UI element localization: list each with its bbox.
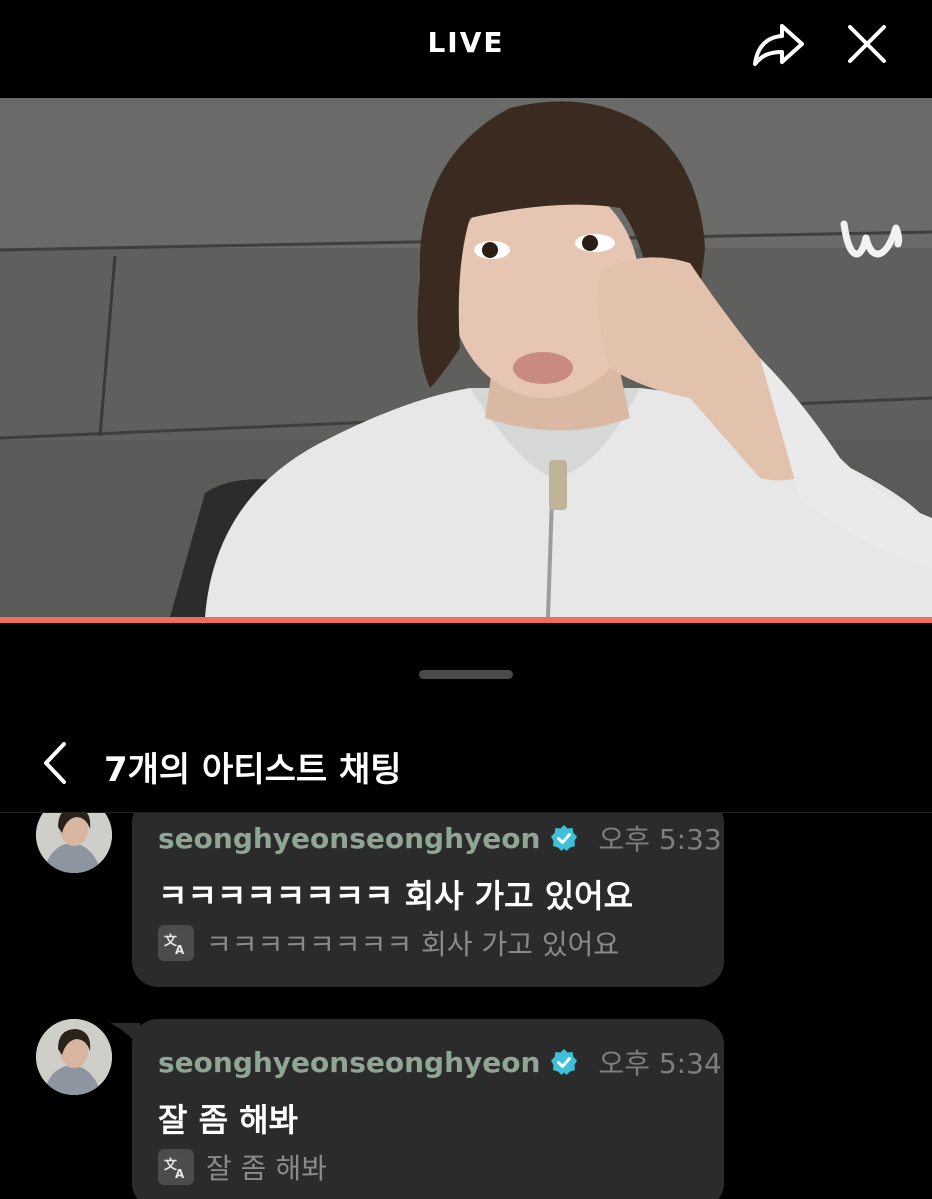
- avatar[interactable]: [36, 1019, 112, 1095]
- message-bubble[interactable]: seonghyeonseonghyeon 오후 5:33 ㅋㅋㅋㅋㅋㅋㅋㅋ 회사…: [132, 813, 724, 987]
- chat-message: seonghyeonseonghyeon 오후 5:33 ㅋㅋㅋㅋㅋㅋㅋㅋ 회사…: [0, 813, 932, 992]
- message-meta: seonghyeonseonghyeon 오후 5:33: [158, 821, 722, 857]
- video-frame: [0, 98, 932, 617]
- username[interactable]: seonghyeonseonghyeon: [158, 822, 540, 855]
- message-text: 잘 좀 해봐: [158, 1101, 299, 1139]
- chevron-left-icon: [44, 742, 66, 784]
- live-video[interactable]: [0, 98, 932, 617]
- avatar[interactable]: [36, 813, 112, 873]
- message-time: 오후 5:34: [598, 1047, 722, 1080]
- username[interactable]: seonghyeonseonghyeon: [158, 1046, 540, 1079]
- chat-header: 7개의 아티스트 채팅: [0, 720, 932, 810]
- translation-row: 文 A 잘 좀 해봐: [158, 1147, 327, 1187]
- back-button[interactable]: [36, 740, 76, 786]
- chat-title: 7개의 아티스트 채팅: [104, 750, 402, 790]
- top-bar: LIVE: [0, 0, 932, 98]
- close-icon: [848, 25, 886, 63]
- translated-text: 잘 좀 해봐: [206, 1152, 327, 1185]
- message-bubble[interactable]: seonghyeonseonghyeon 오후 5:34 잘 좀 해봐 文 A …: [132, 1019, 724, 1199]
- translated-text: ㅋㅋㅋㅋㅋㅋㅋㅋ 회사 가고 있어요: [206, 928, 620, 961]
- weverse-w-logo: [840, 220, 903, 258]
- avatar-image: [36, 813, 112, 873]
- translate-icon: 文 A: [164, 1157, 185, 1180]
- message-text: ㅋㅋㅋㅋㅋㅋㅋㅋ 회사 가고 있어요: [158, 877, 634, 915]
- chat-message-list[interactable]: seonghyeonseonghyeon 오후 5:33 ㅋㅋㅋㅋㅋㅋㅋㅋ 회사…: [0, 813, 932, 1199]
- translate-icon: 文 A: [164, 933, 185, 956]
- chat-message: seonghyeonseonghyeon 오후 5:34 잘 좀 해봐 文 A …: [0, 1019, 932, 1199]
- translate-button[interactable]: 文 A: [158, 1149, 194, 1185]
- translate-button[interactable]: 文 A: [158, 925, 194, 961]
- close-button[interactable]: [842, 18, 892, 70]
- message-time: 오후 5:33: [598, 823, 722, 856]
- sheet-drag-handle[interactable]: [419, 670, 513, 679]
- verified-badge-icon: [551, 825, 578, 851]
- svg-text:A: A: [175, 1167, 185, 1180]
- svg-text:A: A: [175, 943, 185, 956]
- share-arrow-icon: [753, 24, 804, 66]
- share-button[interactable]: [750, 18, 808, 70]
- verified-badge-icon: [551, 1049, 578, 1075]
- translation-row: 文 A ㅋㅋㅋㅋㅋㅋㅋㅋ 회사 가고 있어요: [158, 923, 619, 963]
- avatar-image: [36, 1019, 112, 1095]
- message-meta: seonghyeonseonghyeon 오후 5:34: [158, 1045, 722, 1081]
- playback-progress-bar: [0, 617, 932, 623]
